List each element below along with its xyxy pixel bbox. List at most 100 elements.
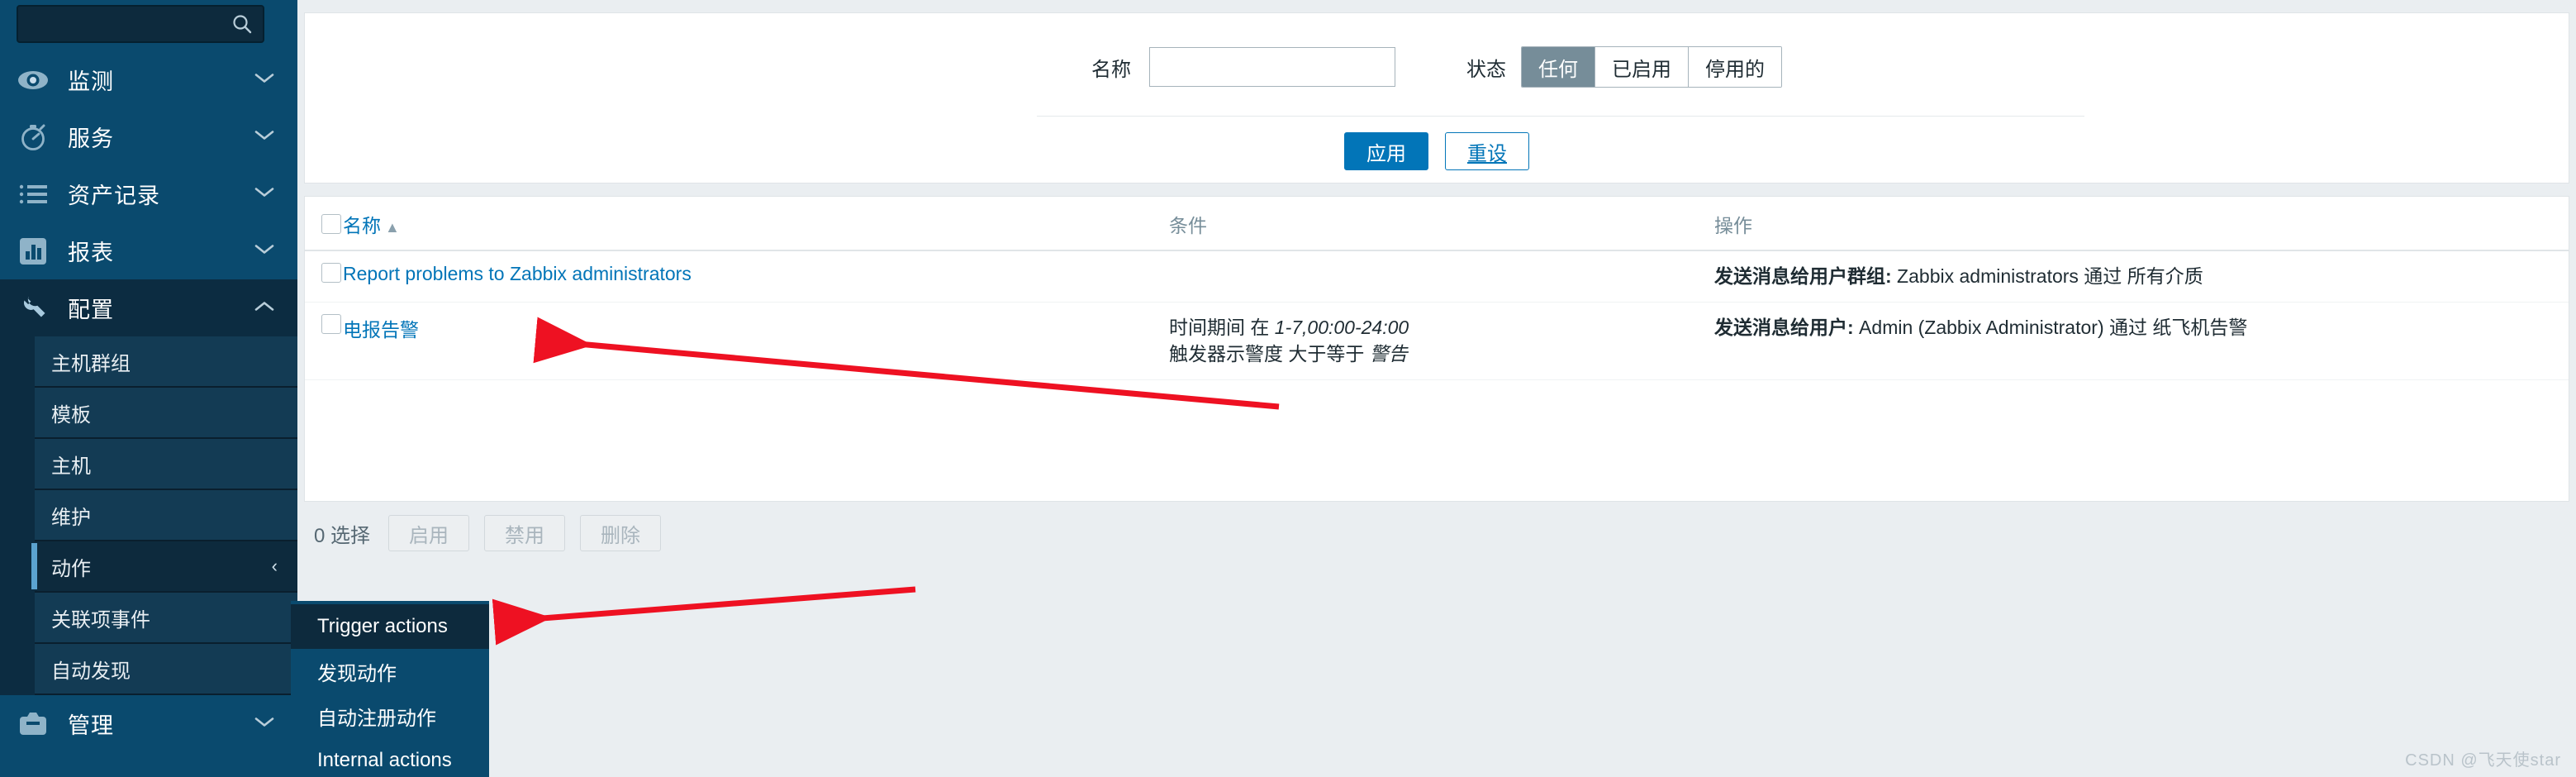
operation-value: Zabbix administrators 通过 所有介质 [1891, 265, 2203, 287]
apply-button-label: 应用 [1366, 142, 1406, 165]
sidebar-subitem-label: 主机群组 [51, 352, 131, 375]
search-input-box[interactable] [17, 5, 264, 43]
sidebar-subitem-correlation[interactable]: 关联项事件 [35, 593, 297, 644]
flyout-item-label: 自动注册动作 [317, 707, 436, 730]
sidebar-subitem-maintenance[interactable]: 维护 [35, 490, 297, 541]
list-icon [15, 176, 51, 212]
filter-name-input[interactable] [1149, 47, 1395, 87]
column-header-conditions-label: 条件 [1169, 215, 1207, 236]
condition-prefix: 时间期间 在 [1169, 316, 1275, 338]
row-checkbox[interactable] [321, 313, 341, 334]
sidebar-subitem-label: 自动发现 [51, 660, 131, 683]
flyout-item-internal-actions[interactable]: Internal actions [291, 738, 489, 777]
bulk-action-bar: 0 选择 启用 禁用 删除 [304, 502, 2569, 565]
condition-line: 时间期间 在 1-7,00:00-24:00 [1169, 314, 1714, 341]
row-operations-cell: 发送消息给用户群组: Zabbix administrators 通过 所有介质 [1714, 250, 2569, 303]
row-select-cell [305, 250, 343, 303]
select-all-checkbox[interactable] [321, 214, 341, 234]
sidebar-item-configuration[interactable]: 配置 [0, 279, 297, 336]
sidebar-subitem-label: 关联项事件 [51, 608, 150, 632]
sidebar-subitem-host-groups[interactable]: 主机群组 [35, 336, 297, 388]
flyout-item-discovery-actions[interactable]: 发现动作 [291, 649, 489, 694]
filter-status-label: 状态 [1466, 58, 1506, 81]
table-row: Report problems to Zabbix administrators… [305, 250, 2569, 303]
select-all-header [305, 197, 343, 251]
row-operations-cell: 发送消息给用户: Admin (Zabbix Administrator) 通过… [1714, 302, 2569, 380]
sidebar-nav: 监测 服务 资产记录 报表 配置 主机群组 模板 主机 维护 动作 ‹ 关联项事… [0, 51, 297, 752]
flyout-item-trigger-actions[interactable]: Trigger actions [291, 604, 489, 649]
filter-status-option-label: 已启用 [1612, 58, 1671, 81]
search-icon [231, 13, 253, 35]
filter-status-enabled[interactable]: 已启用 [1595, 47, 1689, 87]
column-header-conditions: 条件 [1169, 197, 1714, 251]
disable-button[interactable]: 禁用 [484, 515, 566, 551]
row-checkbox[interactable] [321, 263, 341, 283]
reset-button-label: 重设 [1467, 142, 1507, 165]
sidebar-search[interactable] [17, 5, 264, 43]
filter-status-disabled[interactable]: 停用的 [1689, 47, 1781, 87]
sidebar-item-monitoring[interactable]: 监测 [0, 51, 297, 108]
action-name-link[interactable]: 电报告警 [343, 319, 419, 341]
apply-button[interactable]: 应用 [1344, 132, 1428, 170]
operation-line: 发送消息给用户群组: Zabbix administrators 通过 所有介质 [1714, 263, 2569, 290]
filter-fields-row: 名称 状态 任何 已启用 停用的 [305, 46, 2569, 88]
sidebar-item-services[interactable]: 服务 [0, 108, 297, 165]
sidebar-item-label: 监测 [68, 69, 114, 94]
condition-prefix: 触发器示警度 大于等于 [1169, 343, 1370, 365]
sidebar-subitem-label: 维护 [51, 506, 91, 529]
sidebar-subitem-hosts[interactable]: 主机 [35, 439, 297, 490]
filter-buttons-row: 应用 重设 [305, 132, 2569, 170]
disable-button-label: 禁用 [505, 524, 545, 547]
flyout-item-label: Trigger actions [317, 615, 448, 637]
row-select-cell [305, 302, 343, 380]
column-header-name[interactable]: 名称 ▲ [343, 197, 1169, 251]
column-header-operations-label: 操作 [1714, 215, 1752, 236]
condition-value: 警告 [1369, 343, 1408, 365]
sidebar-subitem-discovery[interactable]: 自动发现 [35, 644, 297, 695]
action-name-link[interactable]: Report problems to Zabbix administrators [343, 263, 692, 284]
column-header-name-label: 名称 [343, 215, 381, 236]
sidebar-subitem-actions[interactable]: 动作 ‹ [31, 541, 297, 593]
sidebar-item-administration[interactable]: 管理 [0, 695, 297, 752]
actions-table-panel: 名称 ▲ 条件 操作 Report problems to Zabbix adm… [304, 196, 2569, 502]
operation-line: 发送消息给用户: Admin (Zabbix Administrator) 通过… [1714, 314, 2569, 341]
sidebar-item-label: 管理 [68, 713, 114, 738]
enable-button[interactable]: 启用 [388, 515, 470, 551]
row-name-cell: 电报告警 [343, 302, 1169, 380]
sidebar-subitem-templates[interactable]: 模板 [35, 388, 297, 439]
sidebar: 监测 服务 资产记录 报表 配置 主机群组 模板 主机 维护 动作 ‹ 关联项事… [0, 0, 297, 777]
filter-name-label: 名称 [1091, 58, 1131, 81]
reset-button[interactable]: 重设 [1445, 132, 1529, 170]
enable-button-label: 启用 [409, 524, 449, 547]
delete-button-label: 删除 [601, 524, 641, 547]
chevron-up-icon [254, 300, 274, 316]
chevron-down-icon [254, 72, 274, 88]
sidebar-item-label: 资产记录 [68, 184, 160, 208]
column-header-operations: 操作 [1714, 197, 2569, 251]
sidebar-item-inventory[interactable]: 资产记录 [0, 165, 297, 222]
delete-button[interactable]: 删除 [580, 515, 662, 551]
flyout-item-label: 发现动作 [317, 662, 397, 685]
sort-asc-icon: ▲ [385, 219, 400, 236]
actions-table: 名称 ▲ 条件 操作 Report problems to Zabbix adm… [305, 197, 2569, 380]
eye-icon [15, 62, 51, 98]
row-conditions-cell [1169, 250, 1714, 303]
watermark: CSDN @飞天使star [2405, 751, 2561, 770]
admin-icon [15, 706, 51, 742]
sidebar-subitem-label: 模板 [51, 403, 91, 427]
filter-status-any[interactable]: 任何 [1522, 47, 1595, 87]
row-name-cell: Report problems to Zabbix administrators [343, 250, 1169, 303]
sidebar-item-label: 服务 [68, 126, 114, 151]
operation-label: 发送消息给用户: [1714, 316, 1854, 338]
sidebar-item-label: 报表 [68, 241, 114, 265]
table-row: 电报告警 时间期间 在 1-7,00:00-24:00 触发器示警度 大于等于 … [305, 302, 2569, 380]
flyout-item-label: Internal actions [317, 749, 452, 771]
sidebar-item-reports[interactable]: 报表 [0, 222, 297, 279]
condition-value: 1-7,00:00-24:00 [1274, 316, 1409, 338]
filter-status-option-label: 任何 [1538, 58, 1578, 81]
chevron-down-icon [254, 186, 274, 202]
filter-panel: 名称 状态 任何 已启用 停用的 应用 重设 [304, 12, 2569, 184]
flyout-item-autoregistration-actions[interactable]: 自动注册动作 [291, 694, 489, 738]
actions-flyout-menu: Trigger actions 发现动作 自动注册动作 Internal act… [291, 601, 489, 777]
main-content: 名称 状态 任何 已启用 停用的 应用 重设 名称 ▲ 条件 操作 Report… [297, 0, 2576, 777]
